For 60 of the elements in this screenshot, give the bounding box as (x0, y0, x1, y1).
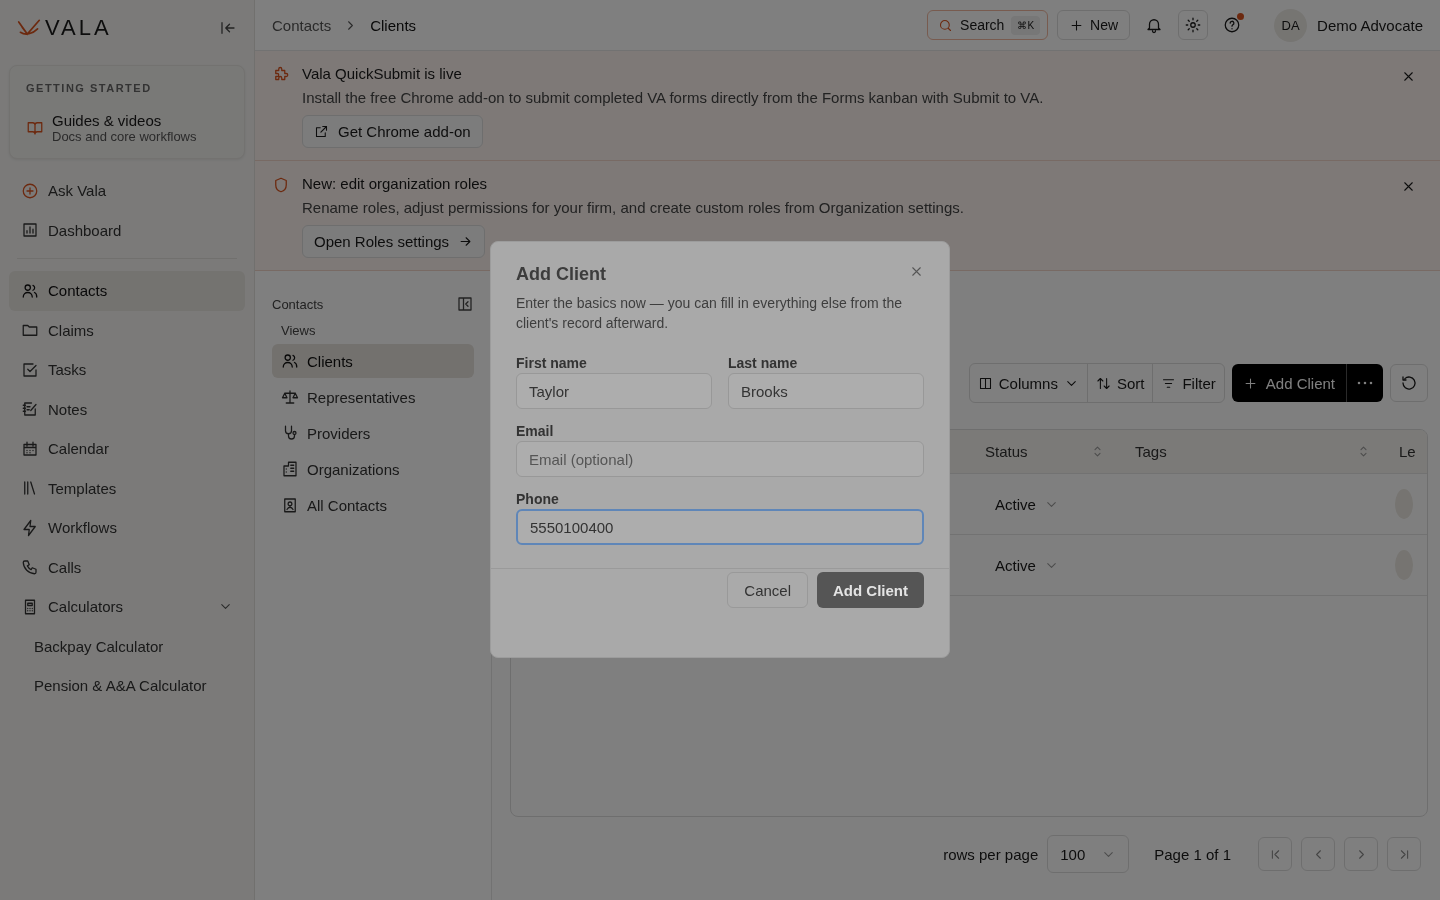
view-item[interactable]: Providers (272, 416, 474, 450)
section-heading: GETTING STARTED (26, 82, 153, 94)
nav-item[interactable]: Templates (9, 468, 245, 508)
user-name[interactable]: Demo Advocate (1317, 16, 1423, 34)
input-field[interactable]: Taylor (516, 373, 712, 409)
nav-item[interactable]: Workflows (9, 508, 245, 548)
banner-button[interactable]: Open Roles settings (302, 225, 486, 258)
new-button[interactable]: New (1057, 10, 1131, 40)
nav-subitem[interactable]: Backpay Calculator (9, 626, 245, 666)
shortcut-badge: ⌘K (1011, 15, 1041, 35)
nav-item[interactable]: Notes (9, 389, 245, 429)
banner-button[interactable]: Get Chrome add-on (302, 115, 483, 148)
banner-title: Vala QuickSubmit is live (302, 65, 463, 82)
section-heading: Contacts (272, 296, 324, 312)
toolbar-button[interactable]: Filter (1153, 364, 1224, 402)
field-label: Email (516, 423, 555, 439)
banner-text: Rename roles, adjust permissions for your firm, and create custom roles from Organization settings. (302, 199, 965, 216)
nav-item[interactable]: Claims (9, 310, 245, 350)
column-header[interactable]: Status (985, 443, 1028, 460)
user-avatar[interactable]: DA (1274, 8, 1308, 42)
view-item[interactable]: Organizations (272, 452, 474, 486)
guides-link[interactable]: Guides & videos (52, 112, 197, 129)
view-item[interactable]: Clients (272, 344, 474, 378)
view-item[interactable]: Representatives (272, 380, 474, 414)
nav-subitem[interactable]: Pension & A&A Calculator (9, 666, 245, 706)
page-indicator: Page 1 of 1 (1154, 845, 1231, 863)
field-label: First name (516, 355, 588, 371)
nav-item[interactable]: Ask Vala (9, 171, 245, 211)
page-size-select[interactable]: 100 (1047, 835, 1130, 873)
status-dropdown[interactable]: Active (985, 556, 1059, 574)
nav-item[interactable]: Contacts (9, 271, 245, 311)
banner-title: New: edit organization roles (302, 175, 489, 192)
field-label: Last name (728, 355, 799, 371)
column-header[interactable]: Le (1399, 443, 1416, 460)
nav-item[interactable]: Calculators (9, 587, 245, 627)
dialog-title: Add Client (516, 264, 606, 285)
submit-button[interactable]: Add Client (817, 572, 924, 608)
nav-item[interactable]: Tasks (9, 350, 245, 390)
field-label: Phone (516, 491, 560, 507)
logo-text: VALA (45, 14, 112, 41)
banner-text: Install the free Chrome add-on to submit completed VA forms directly from the Forms kanban with Submit to VA. (302, 89, 1045, 106)
dialog-description: Enter the basics now — you can fill in everything else from the client's record afterward. (516, 294, 903, 333)
nav-item[interactable]: Dashboard (9, 210, 245, 250)
search-button[interactable]: Search ⌘K (927, 10, 1049, 40)
toolbar-button[interactable]: Sort (1087, 364, 1154, 402)
rows-per-page-label: rows per page (943, 845, 1039, 863)
breadcrumb-link[interactable]: Contacts (272, 16, 332, 34)
view-item[interactable]: All Contacts (272, 488, 474, 522)
input-field[interactable]: Brooks (728, 373, 924, 409)
breadcrumb-current: Clients (370, 16, 417, 34)
input-field[interactable]: 5550100400 (516, 509, 924, 545)
nav-item[interactable]: Calendar (9, 429, 245, 469)
toolbar-button[interactable]: Columns (969, 364, 1088, 402)
section-label: Views (281, 323, 317, 338)
cancel-button[interactable]: Cancel (727, 572, 808, 608)
column-header[interactable]: Tags (1135, 443, 1167, 460)
guides-subtitle: Docs and core workflows (52, 129, 197, 144)
nav-item[interactable]: Calls (9, 547, 245, 587)
input-field[interactable]: Email (optional) (516, 441, 924, 477)
status-dropdown[interactable]: Active (985, 495, 1059, 513)
